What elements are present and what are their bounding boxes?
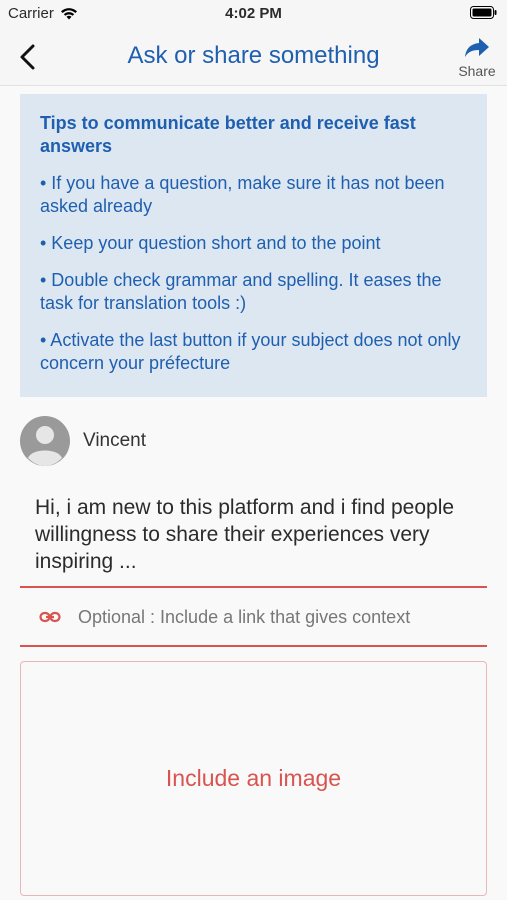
status-bar: Carrier 4:02 PM (0, 0, 507, 28)
tip-item: • If you have a question, make sure it h… (40, 173, 445, 216)
share-label: Share (458, 63, 496, 79)
page-title: Ask or share something (127, 42, 380, 69)
tip-item: • Activate the last button if your subje… (40, 330, 461, 373)
share-button[interactable]: Share (457, 36, 497, 79)
link-icon (39, 611, 61, 623)
link-placeholder: Optional : Include a link that gives con… (78, 606, 411, 627)
tip-item: • Double check grammar and spelling. It … (40, 270, 442, 313)
author-row: Vincent (20, 416, 146, 466)
divider (20, 586, 487, 588)
share-arrow-icon (465, 38, 489, 57)
battery-icon (470, 6, 497, 19)
tip-item: • Keep your question short and to the po… (40, 233, 381, 253)
tips-panel: Tips to communicate better and receive f… (20, 94, 487, 397)
link-input[interactable]: Optional : Include a link that gives con… (20, 592, 487, 642)
tips-title: Tips to communicate better and receive f… (40, 113, 416, 156)
include-image-button[interactable]: Include an image (20, 661, 487, 896)
avatar (20, 416, 70, 466)
status-time: 4:02 PM (225, 5, 282, 22)
include-image-label: Include an image (165, 765, 342, 791)
navigation-bar: Ask or share something Share (0, 28, 507, 86)
divider (20, 645, 487, 647)
message-text-area[interactable]: Hi, i am new to this platform and i find… (35, 494, 480, 575)
author-name: Vincent (83, 430, 147, 451)
